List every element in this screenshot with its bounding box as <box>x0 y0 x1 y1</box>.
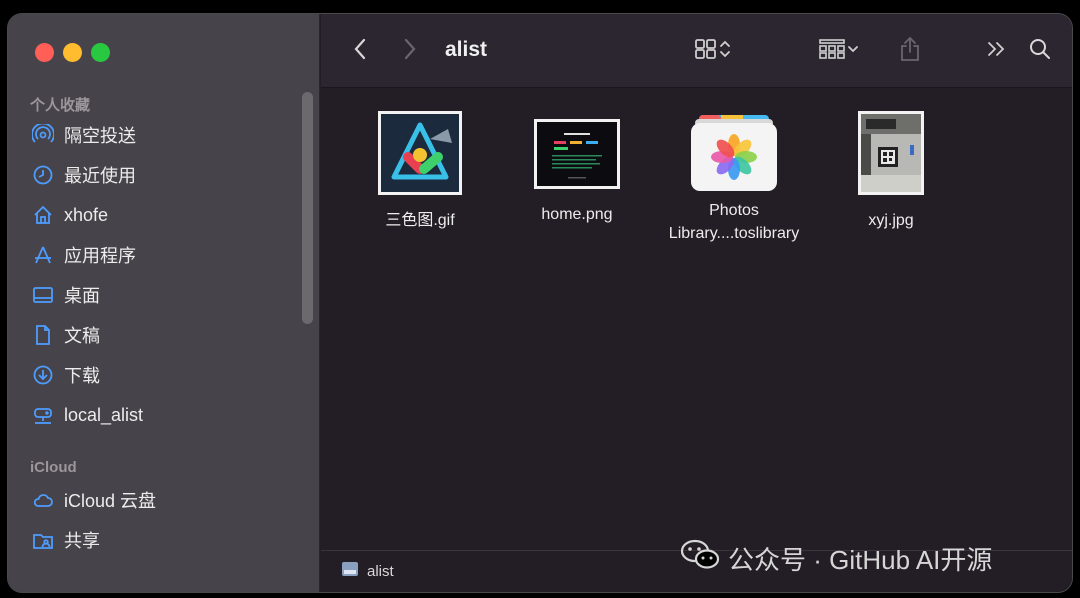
group-icon <box>818 38 846 65</box>
forward-button[interactable] <box>397 36 423 66</box>
sidebar-item-home[interactable]: xhofe <box>26 199 296 231</box>
file-item[interactable]: 三色图.gif <box>345 111 495 232</box>
sidebar-item-applications[interactable]: 应用程序 <box>26 239 296 271</box>
sidebar-item-label: xhofe <box>64 204 109 225</box>
home-icon <box>32 204 54 226</box>
sidebar-item-label: local_alist <box>64 404 144 425</box>
file-grid: 三色图.gif home.png Photos Library....tosli… <box>321 89 1072 550</box>
airdrop-icon <box>32 124 54 146</box>
photos-library-icon <box>659 115 809 191</box>
sidebar-section-favorites: 个人收藏 <box>30 97 91 114</box>
toolbar: alist <box>321 14 1072 88</box>
file-name-line: Library....toslibrary <box>668 225 800 242</box>
sidebar-item-documents[interactable]: 文稿 <box>26 319 296 351</box>
file-item[interactable]: xyj.jpg <box>816 111 966 232</box>
chevron-left-icon <box>353 38 367 65</box>
window-title: alist <box>445 38 488 61</box>
sidebar-scrollbar[interactable] <box>302 92 313 324</box>
sidebar-item-airdrop[interactable]: 隔空投送 <box>26 119 296 151</box>
cloud-icon <box>32 489 54 511</box>
sidebar-item-label: 应用程序 <box>64 246 136 266</box>
sidebar-item-label: 最近使用 <box>64 166 136 186</box>
gif-thumbnail <box>345 111 495 195</box>
sidebar-item-recents[interactable]: 最近使用 <box>26 159 296 191</box>
chevron-down-icon <box>846 42 860 61</box>
desktop-icon <box>32 284 54 306</box>
group-by-button[interactable] <box>811 36 867 66</box>
file-name: 三色图.gif <box>385 212 455 229</box>
sidebar-item-label: 桌面 <box>64 286 100 306</box>
sidebar-item-label: 隔空投送 <box>64 126 136 146</box>
jpg-thumbnail <box>816 111 966 195</box>
sidebar-item-icloud-drive[interactable]: iCloud 云盘 <box>26 484 296 516</box>
sidebar-item-label: 文稿 <box>64 326 100 346</box>
grid-view-icon <box>694 38 718 65</box>
file-item[interactable]: Photos Library....toslibrary <box>659 115 809 245</box>
sidebar-item-desktop[interactable]: 桌面 <box>26 279 296 311</box>
file-name: home.png <box>541 206 613 223</box>
finder-window: 个人收藏 隔空投送 最近使用 xhofe 应用程序 桌面 文稿 下载 local… <box>8 14 1072 592</box>
more-toolbar-button[interactable] <box>981 36 1011 66</box>
share-icon <box>899 36 921 67</box>
window-controls <box>35 43 110 62</box>
sidebar-item-label: 共享 <box>64 531 100 551</box>
sidebar-item-shared[interactable]: 共享 <box>26 524 296 556</box>
path-bar-item[interactable]: alist <box>367 563 394 580</box>
chevron-updown-icon <box>718 38 732 65</box>
sidebar: 个人收藏 隔空投送 最近使用 xhofe 应用程序 桌面 文稿 下载 local… <box>8 14 320 592</box>
search-button[interactable] <box>1023 36 1057 66</box>
file-name: xyj.jpg <box>868 212 914 229</box>
wechat-icon <box>680 538 720 579</box>
minimize-window-button[interactable] <box>63 43 82 62</box>
document-icon <box>32 324 54 346</box>
applications-icon <box>32 244 54 266</box>
maximize-window-button[interactable] <box>91 43 110 62</box>
view-mode-button[interactable] <box>687 36 739 66</box>
back-button[interactable] <box>347 36 373 66</box>
watermark: 公众号 · GitHub AI开源 <box>680 538 992 579</box>
search-icon <box>1028 37 1052 66</box>
shared-folder-icon <box>32 529 54 551</box>
share-button[interactable] <box>895 36 925 66</box>
sidebar-section-icloud: iCloud <box>30 459 77 476</box>
network-drive-icon <box>32 404 54 426</box>
chevron-right-icon <box>403 38 417 65</box>
file-item[interactable]: home.png <box>502 119 652 226</box>
sidebar-item-local-alist[interactable]: local_alist <box>26 399 296 431</box>
download-icon <box>32 364 54 386</box>
file-name-line: Photos <box>709 202 759 219</box>
watermark-text: 公众号 · GitHub AI开源 <box>728 545 993 575</box>
double-chevron-right-icon <box>985 40 1007 63</box>
close-window-button[interactable] <box>35 43 54 62</box>
sidebar-item-label: iCloud 云盘 <box>64 491 157 511</box>
folder-disk-icon <box>341 561 359 582</box>
sidebar-item-downloads[interactable]: 下载 <box>26 359 296 391</box>
sidebar-item-label: 下载 <box>64 366 100 386</box>
file-name: Photos Library....toslibrary <box>659 199 809 245</box>
clock-icon <box>32 164 54 186</box>
png-thumbnail <box>502 119 652 189</box>
